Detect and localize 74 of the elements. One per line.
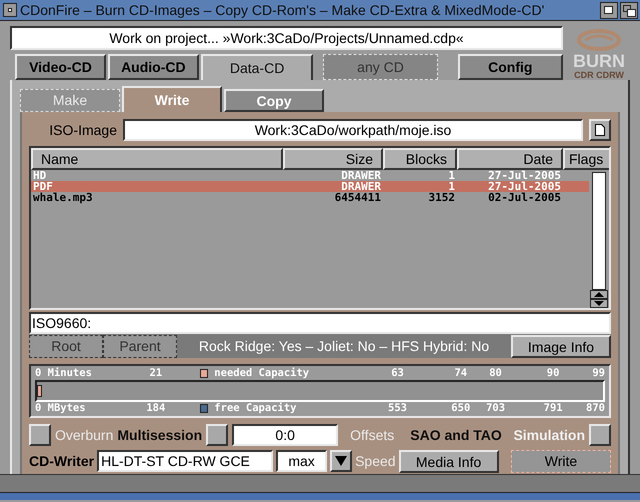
option-label: Overburn (55, 426, 114, 444)
offsets-field[interactable]: 0:0 (232, 424, 338, 446)
scale-label: 870 (586, 402, 605, 415)
file-picker-button[interactable] (589, 119, 611, 141)
writer-field[interactable]: HL-DT-ST CD-RW GCE (97, 450, 274, 472)
dropdown-button[interactable] (330, 450, 352, 472)
file-row[interactable]: whale.mp3 6454411 3152 02-Jul-2005 (31, 192, 589, 203)
table-cell-text: 6454411 (334, 192, 382, 203)
table-cell-text: HD (32, 170, 48, 181)
checkbox[interactable] (589, 424, 611, 446)
scale-label: 0 Minutes (35, 367, 92, 380)
file-row[interactable]: PDF DRAWER 1 27-Jul-2005 (31, 181, 589, 192)
logo-title: BURN (573, 52, 625, 70)
scale-label: 650 (451, 402, 470, 415)
path-field[interactable]: ISO9660: (29, 312, 611, 334)
scrollbar[interactable] (589, 170, 609, 308)
column-header[interactable]: Date (457, 148, 563, 170)
writer-label: CD-Writer (29, 452, 94, 470)
column-header[interactable]: Flags (563, 148, 609, 170)
close-icon[interactable] (3, 3, 17, 17)
project-field: Work on project... »Work:3CaDo/Projects/Unnamed.cdp« (10, 26, 563, 50)
legend-label: needed Capacity (214, 367, 310, 380)
legend-label: free Capacity (214, 402, 296, 415)
tab[interactable]: Config (458, 54, 563, 80)
scale-label: 21 (150, 367, 162, 380)
scale-label: 703 (486, 402, 506, 415)
table-cell-text: 27-Jul-2005 (487, 181, 562, 192)
iso-image-label: ISO-Image (48, 120, 117, 140)
iso-image-field[interactable]: Work:3CaDo/workpath/moje.iso (123, 119, 583, 141)
scroll-up-icon[interactable] (594, 292, 604, 297)
table-cell-text: 1 (447, 170, 456, 181)
offsets-label: Offsets (350, 426, 394, 444)
speed-field[interactable]: max (276, 450, 328, 472)
table-cell-text: 27-Jul-2005 (487, 170, 562, 181)
depth-icon[interactable] (620, 2, 638, 18)
table-cell-text: DRAWER (340, 170, 382, 181)
checkbox[interactable] (29, 424, 51, 446)
scale-label: 99 (592, 367, 605, 380)
checkbox[interactable] (206, 424, 228, 446)
media-info-button[interactable]: Media Info (398, 450, 499, 472)
zoom-icon[interactable] (600, 2, 618, 18)
table-cell-text: 3152 (428, 192, 456, 203)
column-header[interactable]: Name (31, 148, 283, 170)
scale-label: 90 (546, 367, 560, 380)
speed-label: Speed (355, 452, 396, 471)
table-cell-text: whale.mp3 (32, 192, 94, 203)
caret-icon (335, 456, 348, 466)
scale-label: 63 (391, 367, 404, 380)
table-cell-text: 1 (448, 181, 456, 192)
table-cell-text: 02-Jul-2005 (487, 192, 562, 203)
option-label: Multisession (117, 426, 202, 444)
image-info-button[interactable]: Image Info (511, 334, 611, 358)
scale-label: 74 (454, 367, 468, 380)
logo-icon (575, 28, 623, 52)
mode-label: SAO and TAO (410, 426, 502, 444)
scroll-down-icon[interactable] (594, 301, 604, 306)
scale-label: 0 MBytes (35, 402, 86, 415)
write-button[interactable]: Write (511, 450, 611, 472)
column-header[interactable]: Size (283, 148, 383, 170)
tab[interactable]: Video-CD (15, 54, 106, 80)
tab[interactable]: Audio-CD (108, 54, 199, 80)
scale-label: 791 (544, 402, 563, 415)
image-flags: Rock Ridge: Yes – Joliet: No – HFS Hybrid: No (198, 336, 490, 356)
scale-label: 80 (489, 367, 502, 380)
window-title: CDonFire – Burn CD-Images – Copy CD-Rom's – Make CD-Extra & MixedMode-CD' (20, 0, 546, 20)
logo-subtitle: CDR CDRW (574, 70, 624, 80)
table-cell-text: PDF (32, 181, 53, 192)
table-cell-text: DRAWER (341, 181, 382, 192)
option-label: Simulation (513, 426, 585, 444)
scale-label: 553 (388, 402, 407, 415)
column-header[interactable]: Blocks (383, 148, 457, 170)
tab[interactable]: Data-CD (200, 54, 314, 80)
scale-label: 184 (146, 402, 166, 415)
file-icon (595, 124, 605, 136)
